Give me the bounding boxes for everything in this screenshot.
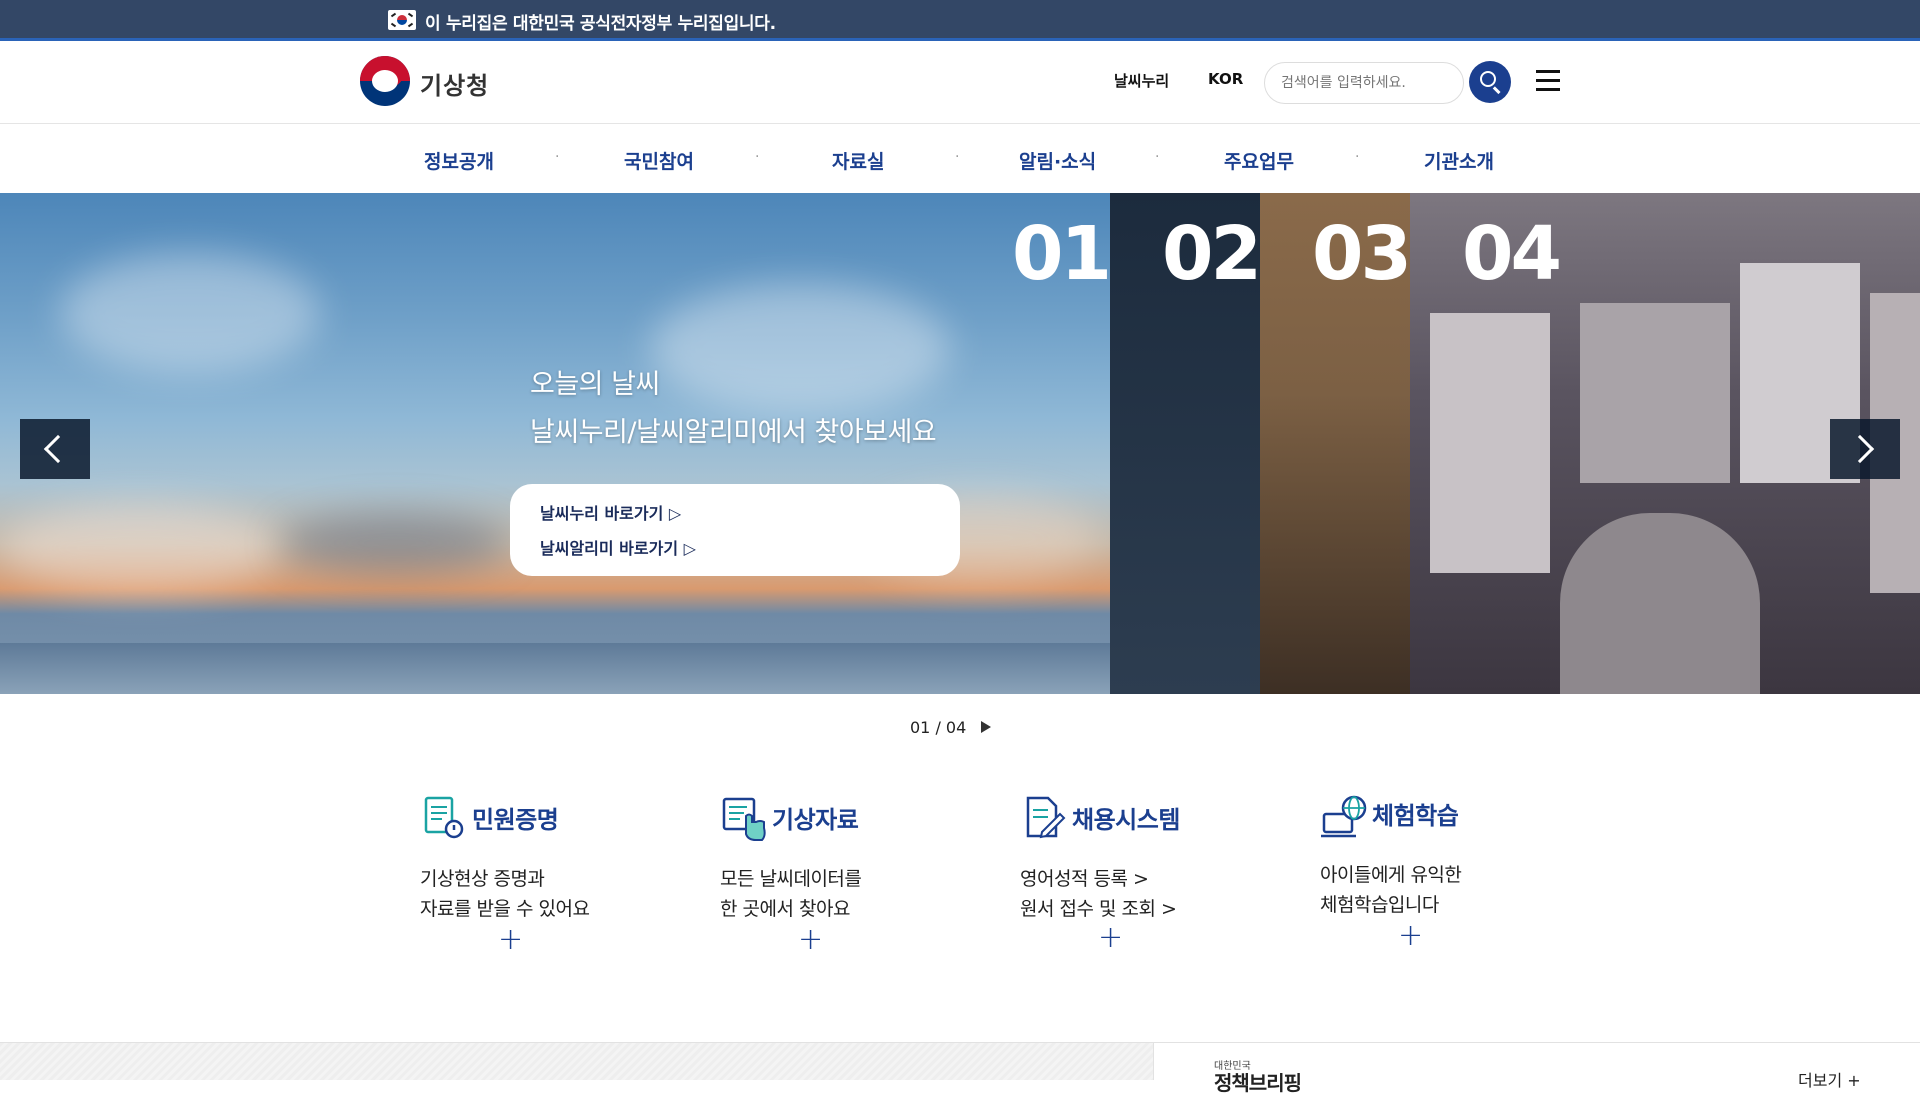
quick-desc: 영어성적 등록 > 원서 접수 및 조회 > xyxy=(1020,864,1177,924)
logo-text: 기상청 xyxy=(420,72,490,100)
gov-banner-text[interactable]: 이 누리집은 대한민국 공식전자정부 누리집입니다. xyxy=(425,9,776,34)
nav-item-main-tasks[interactable]: 주요업무 xyxy=(1224,147,1294,174)
quick-title: 기상자료 xyxy=(772,806,859,834)
quick-desc: 기상현상 증명과 자료를 받을 수 있어요 xyxy=(420,864,590,924)
data-touch-icon xyxy=(722,797,766,841)
quick-desc-line1: 기상현상 증명과 xyxy=(420,868,545,890)
hamburger-menu-icon[interactable] xyxy=(1536,70,1560,92)
korea-flag-icon xyxy=(388,10,416,30)
slide-number-4[interactable]: 04 xyxy=(1462,211,1562,297)
nav-item-about[interactable]: 기관소개 xyxy=(1424,147,1494,174)
kma-logo[interactable]: 기상청 xyxy=(358,54,518,110)
search-button[interactable] xyxy=(1469,61,1511,103)
english-score-link[interactable]: 영어성적 등록 > xyxy=(1020,864,1176,894)
nav-item-info-disclosure[interactable]: 정보공개 xyxy=(424,147,494,174)
hero-link-box: 날씨누리 바로가기 ▷ 날씨알리미 바로가기 ▷ xyxy=(510,484,960,576)
language-link[interactable]: KOR xyxy=(1208,70,1243,88)
hero-title: 오늘의 날씨 날씨누리/날씨알리미에서 찾아보세요 xyxy=(530,361,937,457)
plus-icon[interactable]: + xyxy=(798,922,823,957)
quick-menu-civil-certificate[interactable]: 민원증명 기상현상 증명과 자료를 받을 수 있어요 + xyxy=(420,790,680,980)
nav-separator: · xyxy=(555,149,560,165)
bottom-banner-area xyxy=(0,1042,1153,1080)
document-alert-icon xyxy=(424,796,464,839)
search-icon xyxy=(1480,71,1496,87)
quick-title: 채용시스템 xyxy=(1072,806,1180,834)
weather-alarm-shortcut-link[interactable]: 날씨알리미 바로가기 ▷ xyxy=(540,535,696,559)
quick-desc: 모든 날씨데이터를 한 곳에서 찾아요 xyxy=(720,864,862,924)
quick-desc: 아이들에게 유익한 체험학습입니다 xyxy=(1320,860,1462,920)
hero-title-line2: 날씨누리/날씨알리미에서 찾아보세요 xyxy=(530,417,937,448)
hero-slider: 01 02 03 04 오늘의 날씨 날씨누리/날씨알리미에서 찾아보세요 날씨… xyxy=(0,193,1920,694)
slide-number-3[interactable]: 03 xyxy=(1312,211,1412,297)
hero-title-line1: 오늘의 날씨 xyxy=(530,369,660,400)
chevron-left-icon xyxy=(43,434,73,464)
quick-desc-line2: 자료를 받을 수 있어요 xyxy=(420,898,590,920)
taegeuk-logo-icon xyxy=(360,56,410,106)
policy-briefing-panel: 대한민국 정책브리핑 더보기 + xyxy=(1153,1042,1920,1095)
quick-desc-line1: 아이들에게 유익한 xyxy=(1320,864,1462,886)
nav-separator: · xyxy=(755,149,760,165)
main-navigation: 정보공개 · 국민참여 · 자료실 · 알림·소식 · 주요업무 · 기관소개 xyxy=(0,125,1920,193)
slide-number-1[interactable]: 01 xyxy=(1012,211,1112,297)
slide-pager: 01 / 04 xyxy=(910,718,967,737)
quick-menu-weather-data[interactable]: 기상자료 모든 날씨데이터를 한 곳에서 찾아요 + xyxy=(720,790,980,980)
weather-nuri-shortcut-link[interactable]: 날씨누리 바로가기 ▷ xyxy=(540,500,681,524)
nav-separator: · xyxy=(1155,149,1160,165)
nav-separator: · xyxy=(1355,149,1360,165)
document-edit-icon xyxy=(1026,796,1066,839)
next-slide-button[interactable] xyxy=(1830,419,1900,479)
quick-desc-line2: 한 곳에서 찾아요 xyxy=(720,898,850,920)
slide-number-2[interactable]: 02 xyxy=(1162,211,1262,297)
header: 기상청 날씨누리 KOR xyxy=(0,44,1920,124)
search-input[interactable] xyxy=(1264,62,1464,104)
chevron-right-icon xyxy=(1845,434,1875,464)
nav-separator: · xyxy=(955,149,960,165)
more-link[interactable]: 더보기 + xyxy=(1798,1067,1861,1091)
prev-slide-button[interactable] xyxy=(20,419,90,479)
play-icon[interactable] xyxy=(981,721,991,733)
gov-banner: 이 누리집은 대한민국 공식전자정부 누리집입니다. xyxy=(0,0,1920,41)
plus-icon[interactable]: + xyxy=(1098,920,1123,955)
nav-item-archive[interactable]: 자료실 xyxy=(832,147,884,174)
nav-item-participation[interactable]: 국민참여 xyxy=(624,147,694,174)
quick-desc-line2: 체험학습입니다 xyxy=(1320,894,1439,916)
plus-icon[interactable]: + xyxy=(1398,918,1423,953)
quick-title: 민원증명 xyxy=(472,806,559,834)
quick-desc-line1: 모든 날씨데이터를 xyxy=(720,868,862,890)
policy-briefing-logo[interactable]: 정책브리핑 xyxy=(1214,1067,1302,1096)
quick-title: 체험학습 xyxy=(1372,802,1459,830)
nav-item-news[interactable]: 알림·소식 xyxy=(1019,147,1096,174)
globe-laptop-icon xyxy=(1321,795,1367,838)
quick-menu-recruitment[interactable]: 채용시스템 영어성적 등록 > 원서 접수 및 조회 > + xyxy=(1020,790,1280,980)
weather-nuri-link[interactable]: 날씨누리 xyxy=(1114,70,1169,91)
plus-icon[interactable]: + xyxy=(498,922,523,957)
quick-menu-experience-learning[interactable]: 체험학습 아이들에게 유익한 체험학습입니다 + xyxy=(1320,790,1580,980)
